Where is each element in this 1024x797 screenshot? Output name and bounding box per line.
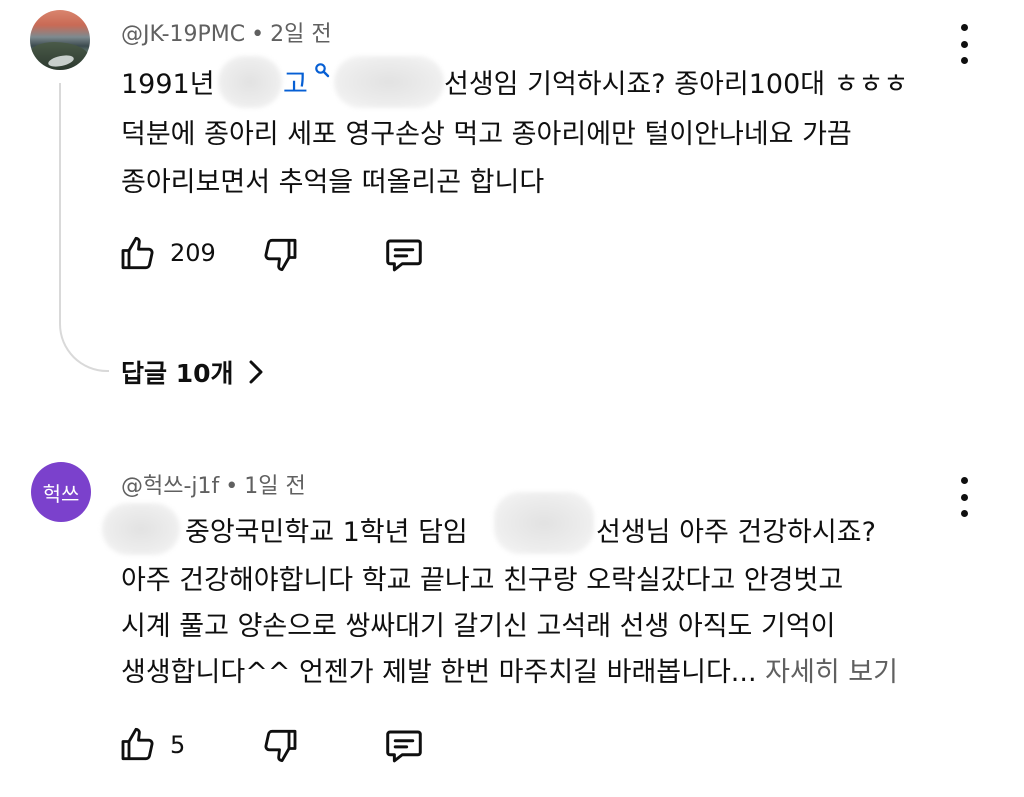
thumbs-up-icon (121, 236, 154, 270)
more-vert-icon[interactable] (957, 477, 971, 517)
redacted-blur (102, 503, 180, 555)
comment-text-line: 덕분에 종아리 세포 영구손상 먹고 종아리에만 털이안나네요 가끔 (121, 119, 852, 150)
comment-text-line: 아주 건강해야합니다 학교 끝나고 친구랑 오락실갔다고 안경벗고 (121, 565, 844, 596)
like-button[interactable] (118, 232, 158, 274)
comment-meta: @JK-19PMC • 2일 전 (121, 16, 332, 48)
redacted-blur (218, 56, 282, 108)
meta-separator: • (251, 22, 265, 47)
meta-separator: • (225, 474, 239, 499)
author-name[interactable]: @JK-19PMC (121, 22, 245, 47)
comment-text-line: 선생님 아주 건강하시죠? (596, 517, 876, 548)
like-button[interactable] (118, 723, 158, 765)
thumbs-down-icon (264, 238, 297, 272)
like-count: 209 (170, 239, 216, 267)
like-count: 5 (170, 731, 186, 759)
thumbs-down-icon (264, 729, 297, 763)
comment-text-line: 시계 풀고 양손으로 쌍싸대기 갈기신 고석래 선생 아직도 기억이 (121, 611, 836, 642)
reply-icon (386, 730, 422, 763)
comment-text-line: 중앙국민학교 1학년 담임 (185, 517, 468, 548)
read-more-link[interactable]: 자세히 보기 (765, 657, 898, 688)
avatar[interactable]: 헉쓰 (31, 462, 91, 522)
more-vert-icon[interactable] (957, 24, 971, 64)
school-link[interactable]: 고 (283, 62, 308, 101)
comment-text-line: 종아리보면서 추억을 떠올리곤 합니다 (121, 167, 545, 198)
redacted-blur (494, 492, 594, 554)
reply-button[interactable] (382, 234, 426, 276)
avatar[interactable] (30, 10, 90, 70)
dislike-button[interactable] (260, 234, 300, 276)
dislike-button[interactable] (260, 725, 300, 767)
reply-button[interactable] (382, 725, 426, 767)
comment-text-line: 선생임 기억하시죠? 종아리100대 ㅎㅎㅎ (444, 69, 909, 100)
thread-connector (59, 83, 109, 372)
comment-age[interactable]: 2일 전 (270, 22, 331, 47)
redacted-blur (334, 56, 444, 108)
replies-label: 답글 10개 (121, 359, 234, 388)
comment-meta: @헉쓰-j1f • 1일 전 (121, 468, 306, 500)
chevron-right-icon (249, 360, 262, 384)
comment-age[interactable]: 1일 전 (244, 474, 305, 499)
replies-toggle[interactable]: 답글 10개 (121, 354, 264, 390)
comment-text-line: 1991년 (121, 69, 215, 100)
comment-text-line: 생생합니다^^ 언젠가 제발 한번 마주치길 바래봅니다... 자세히 보기 (121, 650, 898, 689)
comment-text: 생생합니다^^ 언젠가 제발 한번 마주치길 바래봅니다... (121, 657, 757, 688)
author-name[interactable]: @헉쓰-j1f (121, 474, 219, 499)
thumbs-up-icon (121, 727, 154, 761)
search-icon[interactable] (314, 62, 330, 78)
reply-icon (386, 239, 422, 272)
